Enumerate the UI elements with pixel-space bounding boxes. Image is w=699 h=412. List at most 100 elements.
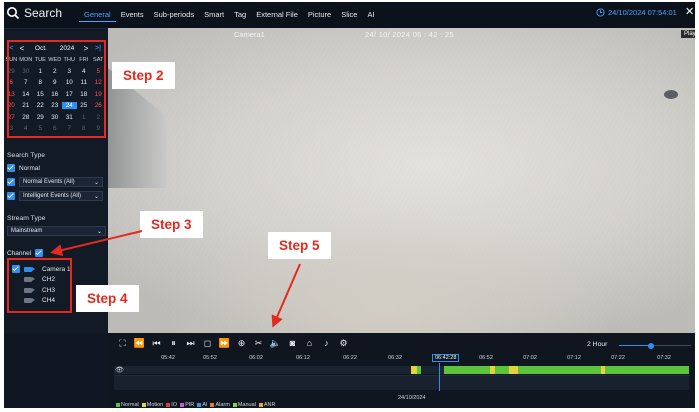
tab-smart[interactable]: Smart (199, 9, 229, 21)
current-time-marker: 06:42:28 (432, 354, 460, 362)
clip-icon[interactable]: ✂ (252, 337, 265, 350)
normal-events-checkbox[interactable] (7, 178, 15, 186)
step3-label: Step 3 (140, 211, 203, 238)
normal-checkbox[interactable] (7, 164, 15, 172)
tab-slice[interactable]: Slice (336, 9, 362, 21)
clock-text: 24/10/2024 07:54:01 (608, 8, 677, 17)
normal-events-value: Normal Events (All) (23, 179, 75, 185)
timeline-date: 24/10/2024 (398, 395, 426, 401)
step4-highlight-box (7, 258, 72, 313)
step2-label: Step 2 (112, 62, 175, 89)
volume-icon[interactable]: 🔈 (269, 337, 282, 350)
video-timestamp-overlay: 24/ 10/ 2024 06 : 42 : 25 (365, 30, 454, 39)
normal-option-label: Normal (19, 164, 40, 172)
step-back-icon[interactable]: ⏮ (150, 337, 163, 350)
normal-option[interactable]: Normal (7, 164, 40, 172)
legend-label: AI (202, 402, 208, 408)
zoom-slider-handle[interactable] (648, 342, 655, 349)
channel-select-all-checkbox[interactable] (35, 249, 44, 257)
stop-icon[interactable]: ◻ (201, 337, 214, 350)
stream-type-dropdown[interactable]: Mainstream ⌄ (7, 226, 106, 236)
intelligent-events-checkbox[interactable] (7, 192, 15, 200)
tab-picture[interactable]: Picture (303, 9, 336, 21)
top-bar: Search General Events Sub-periods Smart Tag E… (4, 2, 695, 29)
intelligent-events-value: Intelligent Events (All) (23, 193, 82, 199)
legend-label: Manual (237, 402, 256, 408)
ruler-tick-label: 06:52 (479, 355, 493, 361)
settings-icon[interactable]: ⚙ (337, 337, 350, 350)
clock-icon (596, 8, 605, 17)
legend-label: IO (171, 402, 178, 408)
legend-item: ANR (258, 402, 275, 408)
search-icon (7, 7, 20, 20)
legend-label: PIR (185, 402, 195, 408)
tab-events[interactable]: Events (116, 9, 149, 21)
legend-swatch (197, 403, 202, 407)
timeline-playhead[interactable] (439, 363, 440, 391)
legend-item: Normal (116, 402, 139, 408)
search-title: Search (6, 6, 62, 20)
audio-icon[interactable]: ♪ (320, 337, 333, 350)
fullscreen-icon[interactable]: ⛶ (116, 337, 129, 350)
chevron-down-icon: ⌄ (93, 193, 99, 200)
legend-label: Alarm (215, 402, 230, 408)
legend-item: IO (166, 402, 177, 408)
ruler-tick-label: 07:32 (657, 355, 671, 361)
timeline-subtrack[interactable] (114, 375, 689, 390)
search-type-label: Search Type (7, 152, 46, 159)
ruler-tick-label: 05:42 (161, 355, 175, 361)
event-legend: Normal Motion IO PIR AI Alarm Manual ANR (116, 402, 275, 408)
video-player[interactable]: Camera1 24/ 10/ 2024 06 : 42 : 25 Play (108, 28, 695, 333)
timeline-zoom-slider[interactable] (619, 342, 691, 349)
normal-events-dropdown[interactable]: Normal Events (All) ⌄ (19, 177, 103, 187)
legend-item: Alarm (210, 402, 230, 408)
search-window: Search General Events Sub-periods Smart Tag E… (4, 2, 695, 408)
intelligent-events-dropdown[interactable]: Intelligent Events (All) ⌄ (19, 191, 103, 201)
zoom-icon[interactable]: ⊕ (235, 337, 248, 350)
eye-icon[interactable]: 👁 (115, 366, 124, 374)
tab-sub-periods[interactable]: Sub-periods (149, 9, 199, 21)
stream-type-select[interactable]: Mainstream ⌄ (7, 226, 106, 236)
normal-segment (605, 366, 689, 374)
timeline-track[interactable] (114, 366, 689, 374)
normal-segment (495, 366, 509, 374)
search-title-text: Search (24, 6, 63, 20)
tab-ai[interactable]: AI (362, 9, 379, 21)
legend-swatch (232, 403, 237, 407)
motion-segment (509, 366, 518, 374)
channel-row: Channel (7, 249, 44, 257)
legend-item: AI (197, 402, 207, 408)
legend-item: PIR (180, 402, 194, 408)
ruler-tick-label: 06:02 (249, 355, 263, 361)
zoom-slider-fill (619, 345, 652, 346)
normal-segment (417, 366, 421, 374)
close-icon[interactable]: ✕ (685, 7, 694, 18)
legend-swatch (116, 403, 120, 407)
play-button[interactable]: Play (681, 30, 695, 38)
legend-item: Manual (232, 402, 256, 408)
tag-icon[interactable]: ⌂ (303, 337, 316, 350)
tab-tag[interactable]: Tag (229, 9, 251, 21)
legend-label: Normal (121, 402, 139, 408)
normal-events-row: Normal Events (All) ⌄ (7, 177, 103, 187)
rewind-icon[interactable]: ⏪ (133, 337, 146, 350)
normal-segment (518, 366, 601, 374)
dome-camera (664, 90, 678, 99)
intelligent-events-row: Intelligent Events (All) ⌄ (7, 191, 103, 201)
ruler-tick-label: 06:22 (343, 355, 357, 361)
fast-forward-icon[interactable]: ⏩ (218, 337, 231, 350)
ruler-tick-label: 06:12 (296, 355, 310, 361)
step2-highlight-box (7, 40, 106, 138)
ruler-tick-label: 05:52 (203, 355, 217, 361)
channel-label: Channel (7, 249, 32, 257)
pause-icon[interactable]: ⏸ (167, 337, 180, 350)
step-forward-icon[interactable]: ⏭ (184, 337, 197, 350)
snapshot-icon[interactable]: ◙ (286, 337, 299, 350)
legend-swatch (166, 403, 171, 407)
step5-label: Step 5 (268, 232, 331, 259)
legend-swatch (141, 403, 146, 407)
tab-general[interactable]: General (79, 9, 116, 22)
legend-swatch (180, 403, 185, 407)
ruler-tick-label: 07:22 (611, 355, 625, 361)
tab-external-file[interactable]: External File (251, 9, 303, 21)
